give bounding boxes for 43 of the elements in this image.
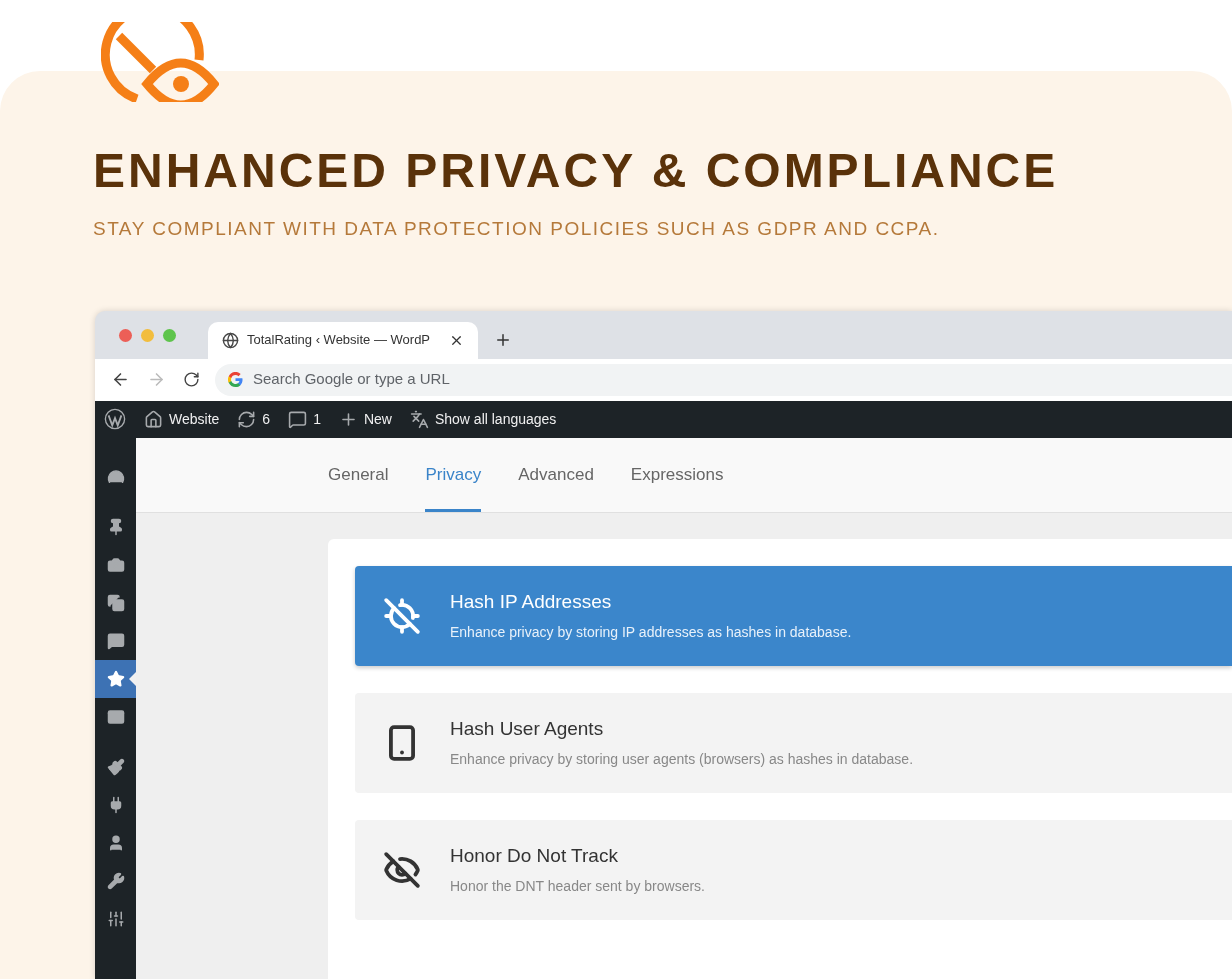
admin-bar-link[interactable]: Website bbox=[144, 408, 220, 430]
privacy-option[interactable]: Hash IP Addresses Enhance privacy by storing IP addresses as hashes in database. bbox=[355, 565, 1232, 666]
hero-title: ENHANCED PRIVACY & COMPLIANCE bbox=[93, 147, 1060, 195]
google-icon bbox=[228, 372, 243, 387]
option-title: Honor Do Not Track bbox=[450, 844, 619, 869]
reload-icon[interactable] bbox=[183, 371, 200, 388]
address-bar[interactable]: Search Google or type a URL bbox=[215, 363, 1232, 396]
pages-icon bbox=[106, 593, 125, 612]
hero-subtitle: STAY COMPLIANT WITH DATA PROTECTION POLICIES SUCH AS GDPR AND CCPA. bbox=[93, 217, 941, 241]
crosshair-off-icon bbox=[383, 596, 421, 635]
sidebar-menu-item[interactable] bbox=[95, 659, 136, 698]
admin-bar-link[interactable]: New bbox=[338, 408, 392, 430]
settings-tab[interactable]: Expressions bbox=[630, 437, 724, 512]
back-icon[interactable] bbox=[111, 370, 130, 389]
option-description: Enhance privacy by storing IP addresses as hashes in database. bbox=[450, 622, 852, 642]
eye-off-icon bbox=[383, 850, 421, 889]
globe-icon bbox=[222, 331, 239, 349]
comment-icon bbox=[106, 631, 125, 650]
option-description: Honor the DNT header sent by browsers. bbox=[450, 876, 705, 896]
wrench-icon bbox=[106, 871, 125, 890]
admin-bar-link[interactable]: 1 bbox=[288, 408, 321, 430]
settings-tab[interactable]: General bbox=[328, 437, 389, 512]
option-title: Hash IP Addresses bbox=[450, 590, 613, 615]
camera-icon bbox=[106, 555, 125, 574]
home-icon bbox=[144, 409, 163, 429]
settings-tab[interactable]: Advanced bbox=[518, 437, 594, 512]
sliders-icon bbox=[106, 909, 125, 928]
admin-bar-link[interactable]: Show all languages bbox=[409, 408, 557, 430]
admin-bar-link[interactable]: 6 bbox=[237, 408, 271, 430]
star-icon bbox=[106, 669, 125, 688]
address-placeholder: Search Google or type a URL bbox=[253, 369, 450, 390]
privacy-option[interactable]: Honor Do Not Track Honor the DNT header sent by browsers. bbox=[355, 819, 1232, 920]
option-description: Enhance privacy by storing user agents (browsers) as hashes in database. bbox=[450, 749, 914, 769]
translate-icon bbox=[409, 409, 429, 429]
comment-icon bbox=[288, 409, 308, 429]
tab-title: TotalRating ‹ Website — WordP bbox=[247, 331, 432, 350]
privacy-option[interactable]: Hash User Agents Enhance privacy by storing user agents (browsers) as hashes in database. bbox=[355, 692, 1232, 793]
option-title: Hash User Agents bbox=[450, 717, 605, 742]
brush-icon bbox=[106, 757, 125, 776]
settings-tab[interactable]: Privacy bbox=[425, 437, 482, 512]
browser-tab[interactable]: TotalRating ‹ Website — WordP bbox=[208, 321, 478, 359]
wordpress-logo-icon[interactable] bbox=[104, 408, 126, 430]
refresh-icon bbox=[237, 409, 257, 429]
